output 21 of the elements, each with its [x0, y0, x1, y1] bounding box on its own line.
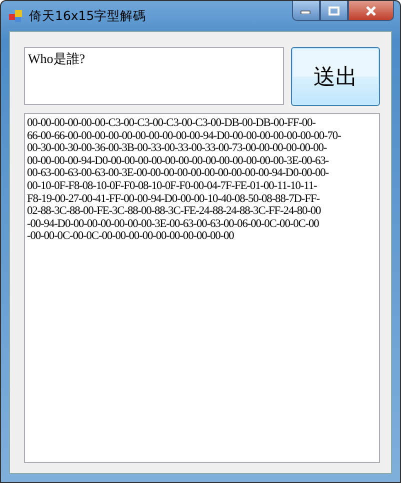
- send-button[interactable]: 送出: [291, 47, 380, 106]
- maximize-icon: [328, 6, 340, 16]
- output-line: 00-00-00-00-00-00-C3-00-C3-00-C3-00-C3-00-DB-00-DB-00-FF-00-: [27, 117, 316, 130]
- minimize-button[interactable]: [292, 1, 320, 21]
- output-line: -00-00-0C-00-0C-00-00-00-00-00-00-00-00-00-00: [27, 230, 235, 243]
- close-button[interactable]: [348, 1, 394, 21]
- output-line: -00-94-D0-00-00-00-00-00-00-3E-00-63-00-63-00-06-00-0C-00-0C-00: [27, 218, 320, 230]
- output-line: 00-30-00-30-00-36-00-3B-00-33-00-33-00-33-00-73-00-00-00-00-00-00-: [27, 142, 328, 155]
- output-line: 00-10-0F-F8-08-10-0F-F0-08-10-0F-F0-00-04-7F-FE-01-00-11-10-11-: [27, 180, 318, 193]
- app-icon: [9, 9, 23, 23]
- maximize-button[interactable]: [320, 1, 348, 21]
- minimize-icon: [300, 8, 312, 14]
- output-line: 00-00-00-00-94-D0-00-00-00-00-00-00-00-00-00-00-00-00-00-3E-00-63-: [27, 154, 330, 168]
- close-icon: [364, 6, 378, 16]
- output-text-area[interactable]: [24, 113, 380, 463]
- output-line: F8-19-00-27-00-41-FF-00-00-94-D0-00-00-10-40-08-50-08-88-7D-FF-: [27, 192, 321, 206]
- window-title: 倚天16x15字型解碼: [29, 8, 146, 24]
- output-line: 00-63-00-63-00-63-00-3E-00-00-00-00-00-00-00-00-00-00-94-D0-00-00-: [27, 167, 330, 180]
- output-line: 02-88-3C-88-00-FE-3C-88-00-88-3C-FE-24-88-24-88-3C-FF-24-80-00: [27, 205, 322, 218]
- output-line: 66-00-66-00-00-00-00-00-00-00-00-00-00-94-D0-00-00-00-00-00-00-00-70-: [27, 130, 342, 142]
- input-field[interactable]: Who是誰?: [24, 47, 284, 105]
